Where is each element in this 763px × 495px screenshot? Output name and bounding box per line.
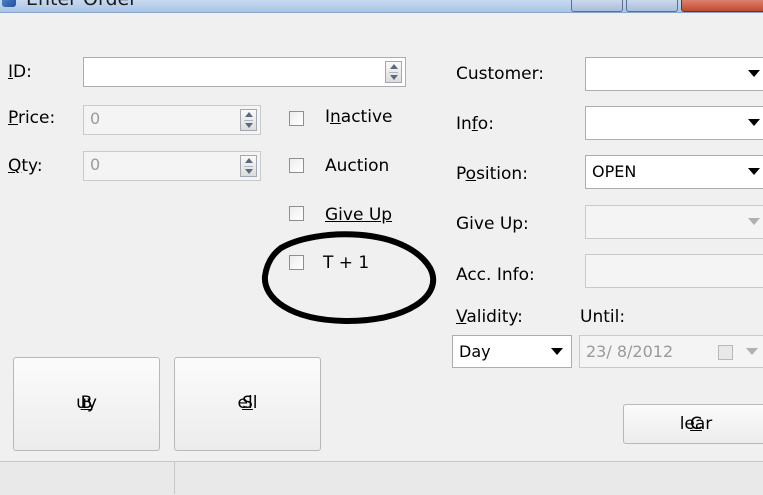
dropdown-arrow-icon bbox=[746, 348, 758, 355]
calendar-icon[interactable] bbox=[718, 345, 733, 360]
qty-spin-icon[interactable] bbox=[240, 155, 257, 177]
give-up-dropdown[interactable] bbox=[585, 205, 763, 239]
close-button[interactable] bbox=[681, 0, 763, 12]
id-label: ID: bbox=[8, 62, 32, 82]
sell-button-label: Sell bbox=[237, 393, 258, 413]
maximize-button[interactable] bbox=[626, 0, 678, 12]
sell-button[interactable]: Sell bbox=[174, 357, 321, 451]
give-up-label: Give Up: bbox=[456, 214, 529, 234]
validity-dropdown[interactable]: Day bbox=[452, 335, 572, 368]
clear-button-label: Clear bbox=[679, 414, 713, 434]
validity-label: Validity: bbox=[456, 307, 523, 327]
minimize-button[interactable] bbox=[571, 0, 623, 12]
buy-button-label: Buy bbox=[76, 393, 97, 413]
customer-dropdown[interactable] bbox=[585, 57, 763, 91]
info-label: Info: bbox=[456, 114, 494, 134]
until-date-picker[interactable]: 23/ 8/2012 bbox=[579, 335, 763, 368]
status-bar-divider bbox=[174, 462, 175, 494]
buy-button[interactable]: Buy bbox=[13, 357, 160, 451]
price-spin-icon[interactable] bbox=[240, 109, 257, 131]
until-date-value: 23/ 8/2012 bbox=[586, 342, 674, 361]
position-label: Position: bbox=[456, 164, 528, 184]
auction-checkbox[interactable] bbox=[289, 158, 304, 173]
annotation-circle bbox=[261, 231, 437, 325]
qty-field-value: 0 bbox=[90, 155, 101, 174]
inactive-checkbox[interactable] bbox=[289, 111, 304, 126]
acc-info-label: Acc. Info: bbox=[456, 265, 535, 285]
until-label: Until: bbox=[580, 307, 626, 327]
acc-info-field[interactable] bbox=[585, 254, 763, 288]
give-up-checkbox[interactable] bbox=[289, 206, 304, 221]
status-bar bbox=[0, 461, 763, 495]
customer-label: Customer: bbox=[456, 64, 545, 84]
position-value: OPEN bbox=[592, 162, 637, 181]
auction-label: Auction bbox=[325, 156, 390, 176]
qty-field[interactable]: 0 bbox=[83, 151, 261, 181]
window-app-icon bbox=[2, 0, 16, 7]
dropdown-arrow-icon bbox=[551, 348, 563, 355]
dropdown-arrow-icon bbox=[748, 119, 760, 126]
dropdown-arrow-icon bbox=[748, 70, 760, 77]
validity-value: Day bbox=[459, 342, 491, 361]
position-dropdown[interactable]: OPEN bbox=[585, 155, 763, 189]
window-title: Enter Order bbox=[26, 0, 137, 10]
qty-label: Qty: bbox=[8, 156, 43, 176]
info-dropdown[interactable] bbox=[585, 106, 763, 140]
dropdown-arrow-icon bbox=[748, 218, 760, 225]
id-field[interactable] bbox=[83, 57, 406, 87]
give-up-checkbox-label: Give Up bbox=[325, 205, 393, 225]
dropdown-arrow-icon bbox=[748, 168, 760, 175]
id-spin-icon[interactable] bbox=[385, 61, 402, 83]
clear-button[interactable]: Clear bbox=[623, 404, 763, 444]
price-field-value: 0 bbox=[90, 109, 101, 128]
inactive-label: Inactive bbox=[325, 107, 393, 127]
price-field[interactable]: 0 bbox=[83, 105, 261, 135]
title-bar: Enter Order bbox=[0, 0, 763, 13]
price-label: Price: bbox=[8, 108, 56, 128]
